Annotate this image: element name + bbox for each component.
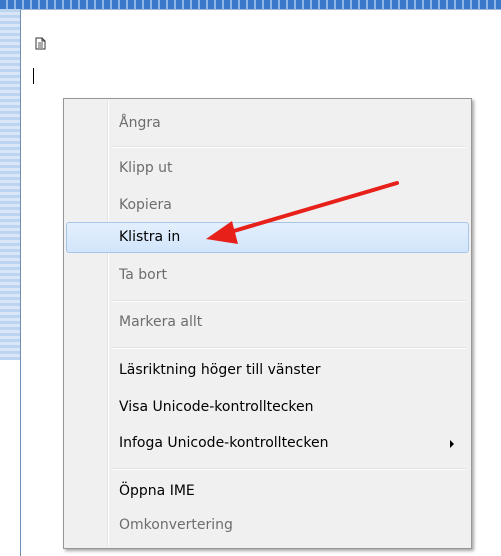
- menu-item-label: Markera allt: [119, 314, 203, 330]
- document-icon[interactable]: [35, 37, 46, 50]
- menu-item-show-unicode-control-characters[interactable]: Visa Unicode-kontrolltecken: [66, 392, 469, 423]
- menu-item-reconversion[interactable]: Omkonvertering: [66, 510, 469, 541]
- menu-separator: [111, 146, 466, 148]
- menu-item-label: Klistra in: [119, 229, 181, 245]
- submenu-arrow-icon: [450, 440, 454, 448]
- menu-item-rtl-reading-order[interactable]: Läsriktning höger till vänster: [66, 355, 469, 386]
- window-top-border: [20, 9, 501, 10]
- menu-item-label: Ångra: [119, 115, 161, 131]
- menu-item-label: Ta bort: [119, 267, 167, 283]
- menu-item-cut[interactable]: Klipp ut: [66, 153, 469, 184]
- context-menu: Ångra Klipp ut Kopiera Klistra in Ta bor…: [63, 98, 472, 549]
- menu-item-paste[interactable]: Klistra in: [66, 222, 469, 253]
- menu-item-label: Klipp ut: [119, 160, 173, 176]
- text-caret: [33, 68, 34, 84]
- menu-item-label: Visa Unicode-kontrolltecken: [119, 399, 314, 415]
- menu-item-insert-unicode-control-character[interactable]: Infoga Unicode-kontrolltecken: [66, 428, 469, 459]
- menu-item-delete[interactable]: Ta bort: [66, 260, 469, 291]
- window-frame-edge: [0, 360, 20, 556]
- menu-item-label: Kopiera: [119, 197, 172, 213]
- window-titlebar[interactable]: [0, 0, 501, 9]
- menu-item-open-ime[interactable]: Öppna IME: [66, 476, 469, 507]
- menu-item-label: Omkonvertering: [119, 517, 233, 533]
- menu-separator: [111, 347, 466, 349]
- menu-separator: [111, 468, 466, 470]
- menu-separator: [111, 300, 466, 302]
- menu-item-label: Läsriktning höger till vänster: [119, 362, 321, 378]
- menu-item-undo[interactable]: Ångra: [66, 108, 469, 139]
- menu-item-select-all[interactable]: Markera allt: [66, 307, 469, 338]
- menu-item-label: Infoga Unicode-kontrolltecken: [119, 435, 329, 451]
- menu-item-label: Öppna IME: [119, 483, 195, 499]
- menu-item-copy[interactable]: Kopiera: [66, 190, 469, 221]
